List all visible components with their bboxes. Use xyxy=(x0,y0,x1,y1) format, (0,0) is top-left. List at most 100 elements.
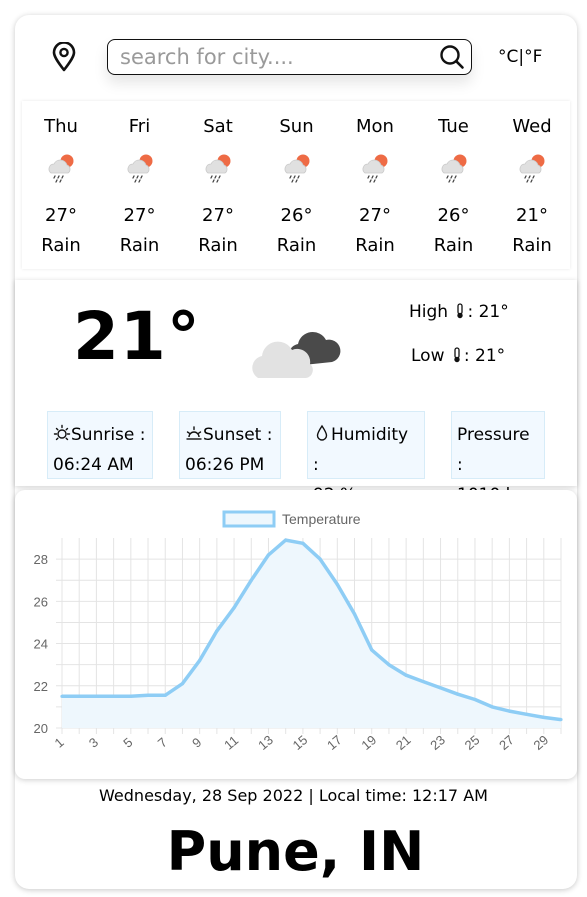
x-tick-label: 29 xyxy=(531,732,552,753)
low-label: Low xyxy=(411,346,445,366)
y-tick-label: 20 xyxy=(34,721,48,736)
y-tick-label: 28 xyxy=(34,552,48,567)
forecast-condition: Rain xyxy=(41,235,81,256)
sunset-value: 06:26 PM xyxy=(185,455,265,475)
droplet-icon xyxy=(316,424,328,441)
temperature-point[interactable] xyxy=(335,582,339,587)
forecast-temp: 27° xyxy=(45,205,77,226)
celsius-toggle[interactable]: °C xyxy=(498,47,518,67)
temperature-point[interactable] xyxy=(387,663,391,667)
temperature-point[interactable] xyxy=(507,709,511,713)
temperature-point[interactable] xyxy=(146,693,150,697)
temperature-chart: 2022242628 1 3 5 7 9 11 13 15 17 19 21 23 25 27 29 Tem… xyxy=(34,510,563,753)
forecast-day: Sat 27° Rain xyxy=(179,101,257,269)
temperature-area xyxy=(62,540,561,728)
temperature-point[interactable] xyxy=(370,648,374,652)
x-axis: 1 3 5 7 9 11 13 15 17 19 21 23 25 27 29 xyxy=(52,732,552,753)
local-datetime: Wednesday, 28 Sep 2022 | Local time: 12:… xyxy=(99,786,488,805)
temperature-point[interactable] xyxy=(490,705,494,709)
temperature-point[interactable] xyxy=(421,679,425,684)
high-temp: High : 21° xyxy=(409,302,509,322)
forecast-day: Mon 27° Rain xyxy=(336,101,414,269)
temperature-point[interactable] xyxy=(318,557,322,561)
forecast-day-name: Wed xyxy=(512,116,552,137)
search-input[interactable] xyxy=(120,44,420,70)
forecast-condition: Rain xyxy=(433,235,474,256)
daily-forecast: Thu 27° Rain Fri 27° Rain Sat 27° Rain S… xyxy=(22,101,570,269)
rain-sun-icon xyxy=(519,153,546,183)
forecast-day: Wed 21° Rain xyxy=(493,101,571,269)
sunset-icon xyxy=(186,426,202,440)
low-value: : 21° xyxy=(463,346,506,366)
temperature-point[interactable] xyxy=(473,697,477,702)
broken-clouds-icon xyxy=(252,331,341,378)
x-tick-label: 21 xyxy=(393,732,414,753)
temperature-point[interactable] xyxy=(129,694,133,698)
x-tick-label: 15 xyxy=(290,732,311,753)
x-tick-label: 1 xyxy=(52,734,67,750)
fahrenheit-toggle[interactable]: °F xyxy=(524,47,542,67)
sunrise-value: 06:24 AM xyxy=(53,455,134,475)
temperature-point[interactable] xyxy=(180,682,185,686)
temperature-point[interactable] xyxy=(77,694,81,698)
temperature-point[interactable] xyxy=(542,715,546,720)
legend-swatch[interactable] xyxy=(222,510,276,528)
rain-sun-icon xyxy=(205,153,232,183)
pressure-card: Pressure : 1010 hpa xyxy=(451,411,545,505)
sunset-label: Sunset : xyxy=(203,425,273,445)
temperature-point[interactable] xyxy=(94,694,99,698)
sunset-card: Sunset : 06:26 PM xyxy=(179,411,281,479)
forecast-condition: Rain xyxy=(119,235,160,256)
forecast-day-name: Mon xyxy=(356,116,394,137)
pressure-label: Pressure : xyxy=(457,425,530,475)
y-tick-label: 24 xyxy=(34,637,48,652)
forecast-day-name: Sun xyxy=(279,116,314,137)
location-pin-icon[interactable] xyxy=(51,42,77,72)
temperature-point[interactable] xyxy=(352,612,357,616)
temperature-point[interactable] xyxy=(266,553,271,557)
forecast-day-name: Thu xyxy=(44,116,78,137)
forecast-day: Sun 26° Rain xyxy=(258,101,336,269)
temperature-point[interactable] xyxy=(215,629,219,633)
humidity-card: Humidity : 92 % xyxy=(307,411,425,505)
temperature-point[interactable] xyxy=(60,694,64,698)
forecast-day-name: Tue xyxy=(438,116,469,137)
y-tick-label: 22 xyxy=(34,679,48,694)
temperature-point[interactable] xyxy=(559,717,563,722)
temperature-point[interactable] xyxy=(112,694,116,698)
temperature-point[interactable] xyxy=(404,673,408,677)
temperature-chart-card: 20 22 24 26 28 1 3 5 7 9 11 13 15 17 19 21 23 25 27 29 Tem… xyxy=(15,490,577,779)
sunrise-icon xyxy=(53,424,71,441)
search-box xyxy=(107,39,472,75)
unit-toggle: °C|°F xyxy=(498,47,542,67)
forecast-temp: 26° xyxy=(280,205,313,226)
forecast-condition: Rain xyxy=(276,235,317,256)
legend-label[interactable]: Temperature xyxy=(282,511,361,527)
temperature-point[interactable] xyxy=(524,712,529,716)
x-tick-label: 27 xyxy=(496,732,517,753)
search-icon[interactable] xyxy=(439,44,465,70)
high-value: : 21° xyxy=(467,302,509,322)
temperature-point[interactable] xyxy=(163,693,167,697)
temperature-point[interactable] xyxy=(456,692,460,696)
forecast-day-name: Fri xyxy=(128,116,151,137)
forecast-day-name: Sat xyxy=(203,116,233,137)
forecast-day: Tue 26° Rain xyxy=(415,101,493,269)
rain-sun-icon xyxy=(48,153,75,183)
x-tick-label: 25 xyxy=(462,732,483,753)
temperature-point[interactable] xyxy=(284,538,288,542)
forecast-condition: Rain xyxy=(198,235,238,256)
forecast-temp: 27° xyxy=(123,205,156,226)
temperature-point[interactable] xyxy=(232,606,236,610)
thermometer-icon xyxy=(457,303,464,319)
chart-legend[interactable]: Temperature xyxy=(222,510,361,528)
temperature-point[interactable] xyxy=(301,541,305,545)
temperature-point[interactable] xyxy=(438,686,443,690)
temperature-point[interactable] xyxy=(249,578,253,582)
low-temp: Low : 21° xyxy=(411,346,505,366)
x-tick-label: 13 xyxy=(255,732,276,753)
city-name: Pune, IN xyxy=(166,820,425,883)
current-weather: 21° High : 21° Low : 21° Sunrise : 06:24… xyxy=(15,280,577,505)
temperature-point[interactable] xyxy=(198,658,202,663)
x-tick-label: 3 xyxy=(86,734,101,750)
